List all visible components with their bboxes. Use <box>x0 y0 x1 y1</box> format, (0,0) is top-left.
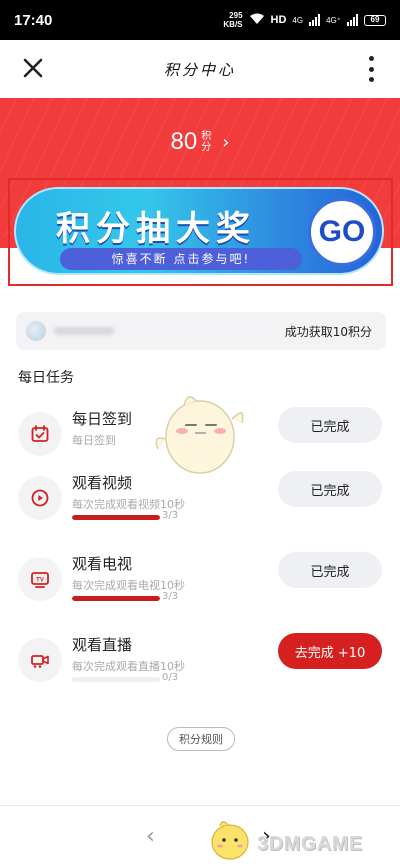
top-nav-bar: 积分中心 <box>0 40 400 98</box>
task-progress-bar <box>72 515 160 520</box>
network-speed-unit: KB/S <box>223 20 243 29</box>
blurred-username <box>54 327 114 335</box>
task-completed-button[interactable]: 已完成 <box>278 471 382 507</box>
battery-icon: 69 <box>364 14 386 26</box>
status-icons: 295 KB/S HD 4G 4G⁺ 69 <box>223 11 386 29</box>
network-speed: 295 KB/S <box>223 11 242 29</box>
points-unit: 积分 <box>201 131 212 153</box>
task-progress-text: 3/3 <box>162 591 179 602</box>
task-item-tv: TV 观看电视 每次完成观看电视10秒 3/3 已完成 <box>16 552 386 612</box>
tv-icon: TV <box>18 557 62 601</box>
page-title: 积分中心 <box>163 60 236 79</box>
task-progress-bar <box>72 677 160 682</box>
section-title: 每日任务 <box>18 370 74 386</box>
watermark-mascot-logo <box>211 821 249 860</box>
points-rules-button[interactable]: 积分规则 <box>167 727 235 751</box>
task-progress-text: 0/3 <box>162 672 179 683</box>
chevron-right-icon: › <box>222 131 230 153</box>
task-completed-button[interactable]: 已完成 <box>278 407 382 443</box>
play-icon <box>18 476 62 520</box>
mascot-sticker <box>155 396 244 474</box>
notice-text: 成功获取10积分 <box>284 324 372 339</box>
task-name: 观看电视 <box>72 555 133 573</box>
task-name: 观看视频 <box>72 474 133 492</box>
status-time: 17:40 <box>14 11 53 29</box>
avatar <box>26 321 46 341</box>
more-vertical-icon[interactable] <box>368 56 374 82</box>
points-value: 80 <box>170 128 198 155</box>
watermark-text: 3DMGAME <box>257 833 363 855</box>
signal-2-icon <box>347 14 358 26</box>
task-name: 每日签到 <box>72 410 133 428</box>
points-balance[interactable]: 80 积分 › <box>0 128 400 156</box>
lottery-banner[interactable]: 积分抽大奖 惊喜不断 点击参与吧! GO <box>14 187 384 275</box>
task-completed-button[interactable]: 已完成 <box>278 552 382 588</box>
hd-label: HD <box>270 14 287 26</box>
task-desc: 每日签到 <box>72 434 116 447</box>
calendar-icon <box>18 412 62 456</box>
signal-1-icon <box>309 14 321 26</box>
network-speed-value: 295 <box>229 11 243 20</box>
go-button[interactable]: GO <box>308 198 376 266</box>
status-bar: 17:40 295 KB/S HD 4G 4G⁺ 69 <box>0 0 400 40</box>
net-type-1: 4G <box>292 15 304 25</box>
task-progress-text: 3/3 <box>162 510 179 521</box>
live-camera-icon <box>18 638 62 682</box>
banner-subtitle: 惊喜不断 点击参与吧! <box>60 248 302 270</box>
points-center-page: 17:40 295 KB/S HD 4G 4G⁺ 69 积分中心 80 积分 ›… <box>0 0 400 867</box>
reward-notice: 成功获取10积分 <box>16 312 386 350</box>
svg-text:TV: TV <box>36 578 44 584</box>
back-arrow-icon[interactable]: ‹ <box>146 824 155 849</box>
wifi-icon <box>249 13 265 28</box>
net-type-2: 4G⁺ <box>326 15 341 25</box>
task-item-video: 观看视频 每次完成观看视频10秒 3/3 已完成 <box>16 471 386 531</box>
task-name: 观看直播 <box>72 636 133 654</box>
banner-title: 积分抽大奖 <box>56 209 256 249</box>
close-icon[interactable] <box>22 57 44 79</box>
task-item-live: 观看直播 每次完成观看直播10秒 0/3 去完成 +10 <box>16 633 386 693</box>
task-progress-bar <box>72 596 160 601</box>
task-go-complete-button[interactable]: 去完成 +10 <box>278 633 382 669</box>
